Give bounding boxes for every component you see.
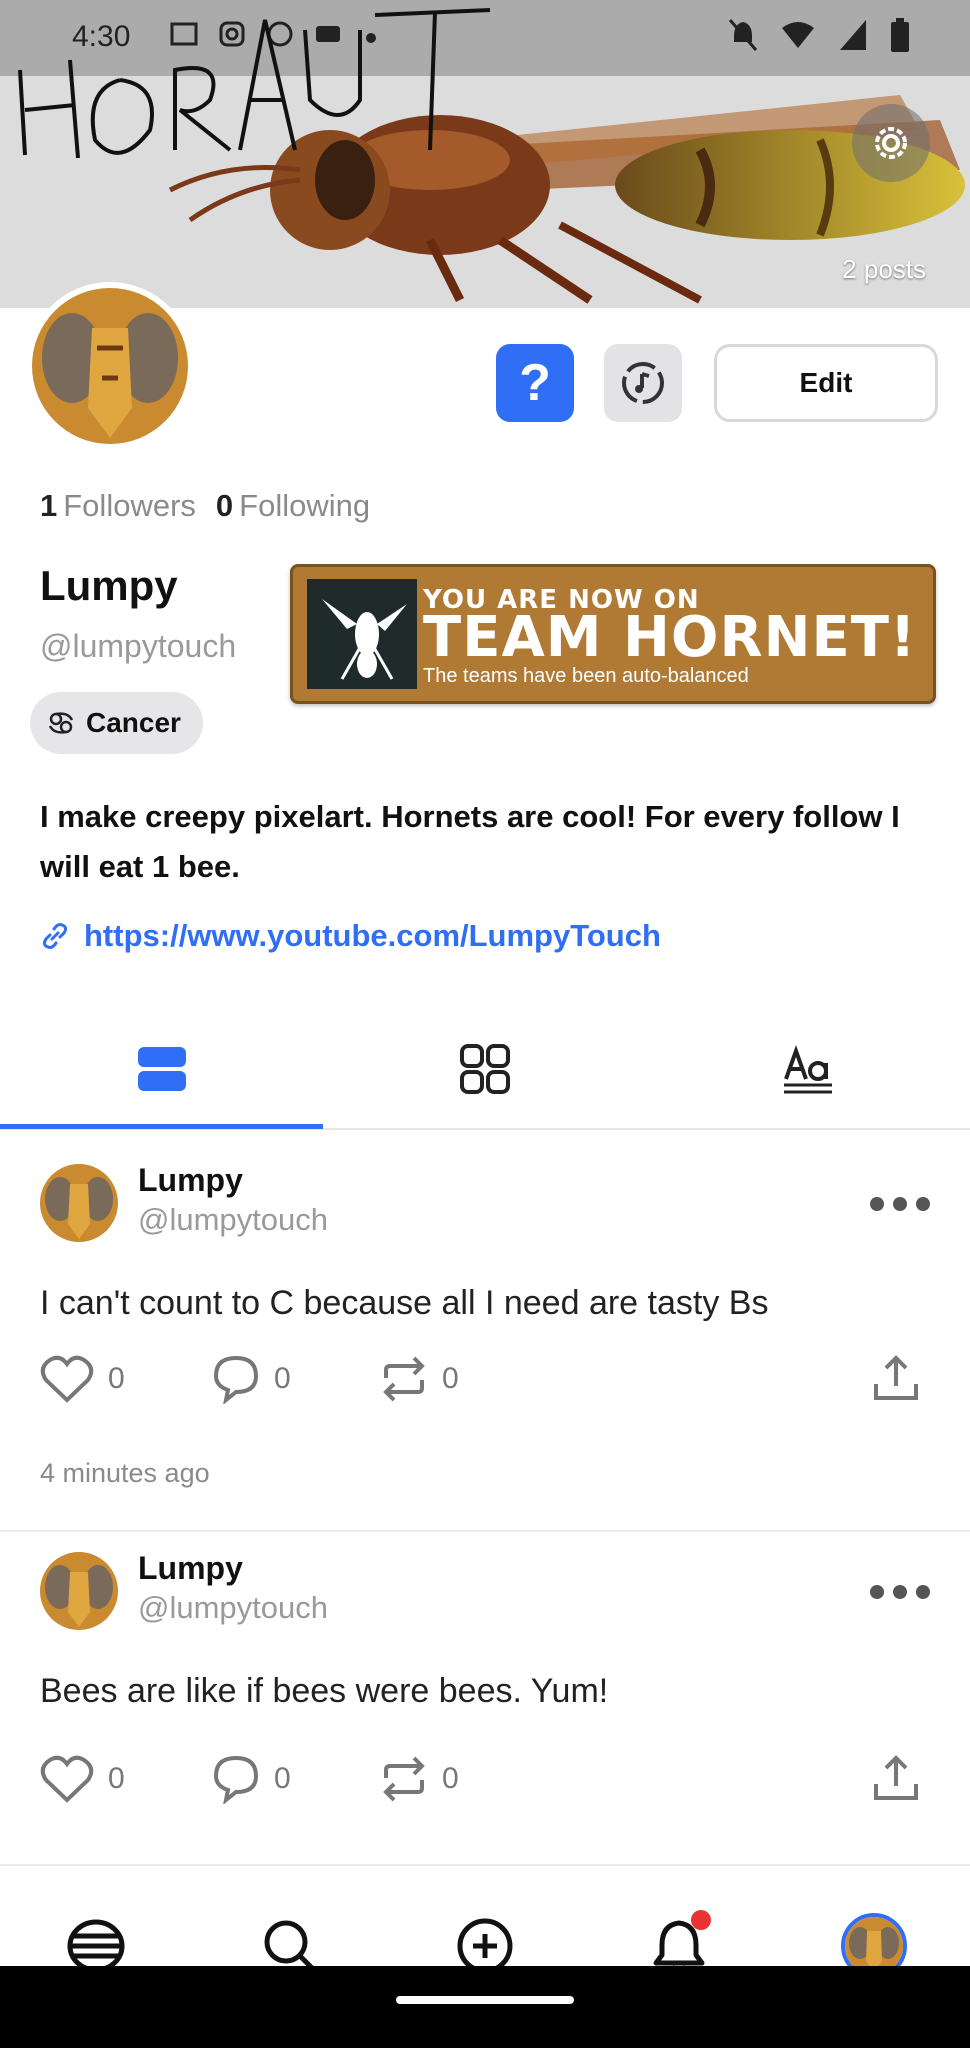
comment-icon (213, 1755, 259, 1804)
notification-badge (691, 1910, 711, 1930)
post-avatar[interactable] (40, 1164, 118, 1242)
avatar (40, 1164, 118, 1242)
question-mark-icon: ? (519, 354, 551, 412)
gear-icon (875, 127, 907, 159)
post-text: I can't count to C because all I need ar… (40, 1284, 769, 1322)
signal-icon (840, 20, 866, 50)
system-status-icons (728, 18, 910, 52)
profile-tabs (0, 1010, 970, 1130)
follow-stats: 1 Followers 0 Following (40, 488, 370, 524)
wifi-icon (782, 22, 814, 48)
repost-count: 0 (442, 1362, 459, 1395)
heart-icon (40, 1355, 94, 1403)
profile-link-text[interactable]: https://www.youtube.com/LumpyTouch (84, 918, 661, 954)
battery-icon (891, 18, 909, 52)
text-style-icon (783, 1045, 832, 1094)
following-link[interactable]: 0 Following (216, 488, 370, 524)
profile-handle: @lumpytouch (40, 628, 237, 664)
post-card[interactable]: Lumpy @lumpytouch I can't count to C bec… (0, 1132, 970, 1532)
display-name: Lumpy (40, 562, 178, 609)
tab-media[interactable] (323, 1010, 646, 1128)
mute-icon (728, 19, 758, 51)
music-disc-icon (622, 362, 664, 404)
zodiac-tag[interactable]: Cancer (30, 692, 203, 754)
tab-text[interactable] (646, 1010, 969, 1128)
share-button[interactable] (872, 1754, 920, 1804)
post-author-name[interactable]: Lumpy (138, 1550, 243, 1587)
share-button[interactable] (872, 1354, 920, 1404)
settings-button[interactable] (852, 104, 930, 182)
followers-label: Followers (63, 488, 196, 523)
like-button[interactable]: 0 (40, 1354, 125, 1404)
cancer-sign-icon (48, 712, 74, 734)
followers-link[interactable]: 1 Followers (40, 488, 196, 524)
zodiac-label: Cancer (86, 707, 181, 738)
more-options-icon[interactable] (870, 1582, 930, 1602)
followers-count: 1 (40, 488, 58, 523)
like-button[interactable]: 0 (40, 1754, 125, 1804)
team-hornet-badge: YOU ARE NOW ON TEAM HORNET! The teams ha… (290, 564, 936, 704)
post-author-name[interactable]: Lumpy (138, 1162, 243, 1199)
help-button[interactable]: ? (496, 344, 574, 422)
badge-line3: The teams have been auto-balanced (423, 665, 749, 687)
profile-avatar[interactable] (26, 282, 194, 450)
repost-icon (383, 1356, 425, 1402)
like-count: 0 (108, 1362, 125, 1395)
profile-link[interactable]: https://www.youtube.com/LumpyTouch (40, 918, 661, 954)
more-options-icon[interactable] (870, 1194, 930, 1214)
profile-bio: I make creepy pixelart. Hornets are cool… (40, 799, 900, 884)
repost-button[interactable]: 0 (380, 1354, 459, 1404)
edit-profile-button[interactable]: Edit (714, 344, 938, 422)
post-author-handle: @lumpytouch (138, 1202, 328, 1237)
share-icon (874, 1355, 918, 1400)
post-card[interactable]: Lumpy @lumpytouch Bees are like if bees … (0, 1532, 970, 1862)
hornet-face-avatar (32, 288, 188, 444)
comment-button[interactable]: 0 (212, 1354, 291, 1404)
post-timestamp: 4 minutes ago (40, 1458, 210, 1488)
post-author-handle: @lumpytouch (138, 1590, 328, 1625)
grid-icon (459, 1044, 510, 1094)
like-count: 0 (108, 1762, 125, 1795)
comment-count: 0 (274, 1762, 291, 1795)
comment-icon (213, 1355, 259, 1404)
avatar (40, 1552, 118, 1630)
tab-posts[interactable] (0, 1010, 323, 1128)
post-avatar[interactable] (40, 1552, 118, 1630)
repost-button[interactable]: 0 (380, 1754, 459, 1804)
repost-count: 0 (442, 1762, 459, 1795)
banner-scrawl (18, 8, 491, 159)
comment-button[interactable]: 0 (212, 1754, 291, 1804)
link-icon (42, 923, 68, 949)
profile-banner: 4:30 2 posts (0, 0, 970, 308)
list-icon (137, 1047, 186, 1091)
posts-count: 2 posts (842, 254, 926, 284)
comment-count: 0 (274, 1362, 291, 1395)
system-navigation-bar (0, 1966, 970, 2048)
heart-icon (40, 1755, 94, 1803)
post-actions: 0 0 0 (40, 1354, 940, 1414)
following-count: 0 (215, 488, 234, 523)
post-actions: 0 0 0 (40, 1754, 940, 1814)
post-text: Bees are like if bees were bees. Yum! (40, 1672, 609, 1710)
home-gesture-handle[interactable] (396, 1996, 574, 2004)
active-tab-indicator (0, 1124, 323, 1129)
repost-icon (383, 1756, 425, 1802)
music-button[interactable] (604, 344, 682, 422)
following-label: Following (239, 488, 371, 523)
hornet-silhouette-icon (307, 579, 417, 689)
badge-line2: TEAM HORNET! (423, 605, 917, 670)
share-icon (874, 1755, 918, 1800)
